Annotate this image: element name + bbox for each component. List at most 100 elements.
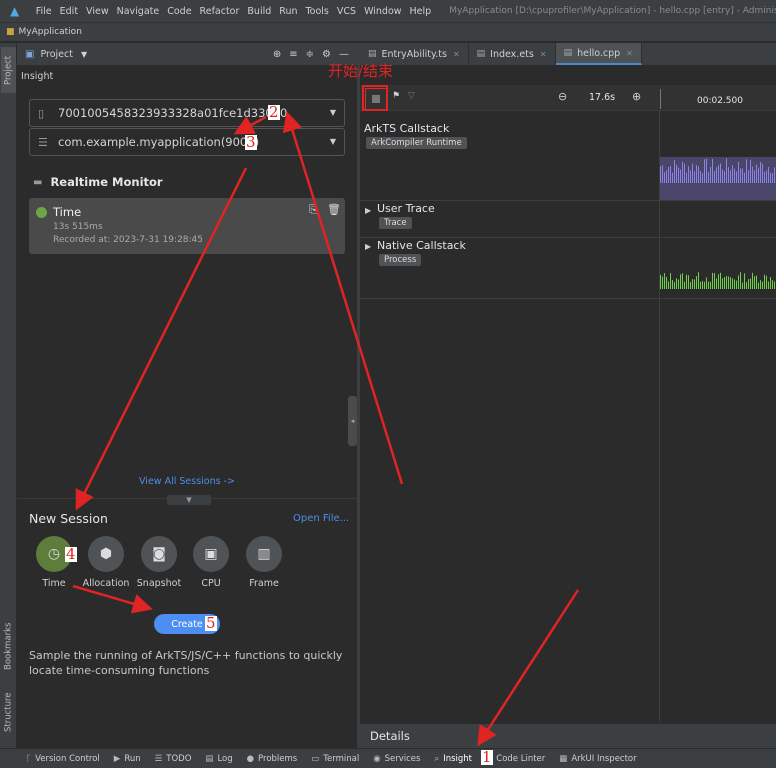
panel-title[interactable]: Project <box>40 49 73 60</box>
track-title[interactable]: ArkTS Callstack <box>364 122 449 135</box>
activity-bar <box>746 159 747 183</box>
activity-bar <box>670 273 671 289</box>
activity-bar <box>744 273 745 289</box>
activity-bar <box>716 278 717 289</box>
status-problems[interactable]: ● Problems <box>247 754 298 764</box>
project-name[interactable]: MyApplication <box>19 27 82 37</box>
activity-bar <box>756 164 757 183</box>
expand-all-icon[interactable]: ≡ <box>289 49 297 60</box>
native-callstack-activity[interactable] <box>660 271 776 299</box>
zoom-out-icon[interactable]: ⊖ <box>558 90 567 103</box>
collapse-all-icon[interactable]: ≑ <box>306 49 314 60</box>
track-divider <box>659 111 660 723</box>
status-arkui-inspector[interactable]: ▦ ArkUI Inspector <box>559 754 636 764</box>
close-icon[interactable]: ✕ <box>540 50 547 59</box>
zoom-level: 17.6s <box>589 92 616 103</box>
activity-bar <box>676 164 677 183</box>
zoom-in-icon[interactable]: ⊕ <box>632 90 641 103</box>
menu-build[interactable]: Build <box>243 6 275 17</box>
expand-triangle-icon[interactable]: ▶ <box>365 242 371 251</box>
activity-bar <box>748 170 749 183</box>
drag-handle[interactable]: ▼ <box>167 495 211 505</box>
menu-tools[interactable]: Tools <box>301 6 332 17</box>
session-type-frame[interactable]: ▥ Frame <box>236 536 292 589</box>
menu-window[interactable]: Window <box>360 6 405 17</box>
status-run[interactable]: ▶ Run <box>114 754 141 764</box>
process-selector[interactable]: ☰ com.example.myapplication(9001) ▼ <box>29 128 345 156</box>
insight-icon: ⌕ <box>434 753 440 764</box>
filter-icon[interactable]: ▽ <box>408 91 415 101</box>
tool-tab-bookmarks[interactable]: Bookmarks <box>1 615 16 677</box>
menu-vcs[interactable]: VCS <box>333 6 360 17</box>
menu-code[interactable]: Code <box>163 6 195 17</box>
tool-tab-structure[interactable]: Structure <box>1 687 16 737</box>
locate-icon[interactable]: ⊕ <box>273 49 281 60</box>
device-selector[interactable]: ▯ 7001005458323933328a01fce1d33090 ▼ <box>29 99 345 127</box>
view-all-sessions-link[interactable]: View All Sessions -> <box>17 476 357 487</box>
menu-navigate[interactable]: Navigate <box>113 6 164 17</box>
tab-label: hello.cpp <box>577 47 621 59</box>
status-todo[interactable]: ☰ TODO <box>155 754 192 764</box>
session-type-label: CPU <box>201 578 221 589</box>
record-stop-button[interactable] <box>365 88 387 110</box>
status-services[interactable]: ◉ Services <box>373 754 420 764</box>
activity-bar <box>664 172 665 183</box>
minimize-icon[interactable]: — <box>339 49 349 60</box>
branch-icon: ᚴ <box>26 753 32 764</box>
details-panel-header[interactable]: Details <box>360 723 776 748</box>
status-bar: ᚴ Version Control ▶ Run ☰ TODO ▤ Log ● Proble… <box>0 748 776 768</box>
expand-triangle-icon[interactable]: ▶ <box>365 206 371 215</box>
activity-bar <box>716 167 717 183</box>
tab-hello-cpp[interactable]: ▤ hello.cpp ✕ <box>555 43 642 65</box>
status-log[interactable]: ▤ Log <box>205 754 232 764</box>
track-title[interactable]: User Trace <box>377 202 435 215</box>
open-file-link[interactable]: Open File... <box>293 513 349 524</box>
status-terminal[interactable]: ▭ Terminal <box>311 754 359 764</box>
activity-bar <box>730 277 731 289</box>
activity-bar <box>762 281 763 289</box>
track-title[interactable]: Native Callstack <box>377 239 466 252</box>
flag-icon[interactable]: ⚑ <box>392 91 400 101</box>
session-type-allocation[interactable]: ⬢ Allocation <box>78 536 134 589</box>
track-separator <box>360 237 776 238</box>
export-icon[interactable]: ⎘ <box>309 203 318 217</box>
activity-bar <box>726 158 727 183</box>
session-type-cpu[interactable]: ▣ CPU <box>183 536 239 589</box>
tab-index[interactable]: ▤ Index.ets ✕ <box>469 43 556 65</box>
close-icon[interactable]: ✕ <box>626 49 633 58</box>
activity-bar <box>742 282 743 289</box>
status-item-label: Version Control <box>35 753 100 764</box>
menu-run[interactable]: Run <box>275 6 301 17</box>
close-icon[interactable]: ✕ <box>453 50 460 59</box>
activity-bar <box>774 281 775 289</box>
activity-bar <box>732 165 733 183</box>
menu-file[interactable]: File <box>32 6 56 17</box>
activity-bar <box>696 165 697 183</box>
left-tool-stripe: Project Bookmarks Structure <box>0 43 17 748</box>
menu-edit[interactable]: Edit <box>56 6 82 17</box>
menu-view[interactable]: View <box>82 6 113 17</box>
status-version-control[interactable]: ᚴ Version Control <box>26 754 100 764</box>
chevron-down-icon[interactable]: ▼ <box>81 50 87 59</box>
status-dot-icon <box>36 207 47 218</box>
activity-bar <box>682 273 683 289</box>
collapse-panel-handle[interactable]: ◂ <box>348 396 357 446</box>
session-card[interactable]: Time 13s 515ms Recorded at: 2023-7-31 19… <box>29 198 345 254</box>
arkts-callstack-activity[interactable] <box>660 157 776 201</box>
menu-help[interactable]: Help <box>406 6 436 17</box>
session-type-snapshot[interactable]: ◙ Snapshot <box>131 536 187 589</box>
activity-bar <box>678 279 679 289</box>
trash-icon[interactable]: 🗑 <box>327 203 341 216</box>
session-type-label: Time <box>42 578 66 589</box>
menu-bar: ▲ File Edit View Navigate Code Refactor … <box>0 0 776 22</box>
status-insight[interactable]: ⌕ Insight <box>434 754 472 764</box>
tool-tab-project[interactable]: Project <box>1 47 16 93</box>
activity-bar <box>696 276 697 289</box>
status-item-label: Terminal <box>323 753 360 764</box>
activity-bar <box>708 281 709 289</box>
gear-icon[interactable]: ⚙ <box>322 49 331 60</box>
menu-refactor[interactable]: Refactor <box>196 6 244 17</box>
activity-bar <box>692 279 693 289</box>
activity-bar <box>684 281 685 289</box>
status-code-linter[interactable]: ⚲Code Linter <box>486 754 545 764</box>
